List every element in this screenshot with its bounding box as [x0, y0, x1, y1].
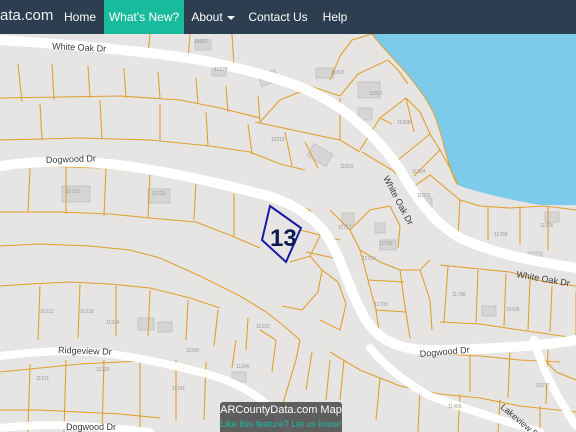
parcel-number: 11819: [271, 137, 285, 143]
map-attribution: ARCountyData.com Map Like this feature? …: [220, 402, 342, 432]
parcel-number: 11705: [540, 223, 554, 229]
parcel-number: 11815: [340, 164, 354, 170]
parcel-number: 11141: [172, 386, 185, 392]
feedback-link[interactable]: Like this feature? Let us know!: [220, 418, 342, 430]
parcel-number: 11700: [374, 302, 388, 308]
parcel-number: 11808: [397, 120, 411, 126]
parcel-number: 11334: [106, 320, 120, 326]
parcel-number: 11606: [506, 307, 520, 313]
parcel-number: 11311: [36, 376, 49, 382]
parcel-number: 11677: [536, 383, 550, 389]
parcel-number: 11212: [40, 309, 54, 315]
parcel-number: 11812: [369, 91, 383, 97]
parcel-number: 11723: [152, 191, 166, 197]
parcel-number: 11703: [338, 225, 352, 231]
parcel-number: 11816: [331, 70, 345, 76]
parcel-number: 11799: [494, 232, 508, 238]
chevron-down-icon: [226, 15, 235, 20]
parcel-number: 11788: [452, 292, 466, 298]
nav-home[interactable]: Home: [56, 0, 104, 34]
parcel-number: 11828: [214, 67, 228, 73]
road-label-ridgeview: Ridgeview Dr: [58, 345, 112, 357]
parcel-number: 11332: [256, 324, 270, 330]
nav-contact-us[interactable]: Contact Us: [242, 0, 314, 34]
parcel-number: 11318: [80, 309, 94, 315]
parcel-number: 11468: [448, 404, 462, 410]
nav-whats-new[interactable]: What's New?: [104, 0, 184, 34]
parcel-number: 11832: [194, 39, 208, 45]
brand-text: ata.com: [0, 7, 54, 24]
nav-about-label: About: [191, 10, 223, 24]
parcel-number: 11325: [96, 367, 110, 373]
road-label-dogwood-bottom: Dogwood Dr: [66, 422, 116, 432]
parcel-map[interactable]: 13 White Oak Dr Dogwood Dr White Oak Dr …: [0, 34, 576, 432]
parcel-number: 11709: [362, 256, 376, 262]
parcel-number: 11700: [379, 241, 393, 247]
parcel-number: 11342: [186, 348, 200, 354]
attribution-title: ARCountyData.com Map: [220, 404, 342, 416]
navbar: ata.com Home What's New? About Contact U…: [0, 0, 576, 34]
nav-help[interactable]: Help: [314, 0, 356, 34]
parcel-number: 11804: [412, 169, 426, 175]
nav-about[interactable]: About: [184, 0, 242, 34]
parcel-number: 11801: [417, 193, 431, 199]
brand-logo[interactable]: ata.com: [0, 7, 53, 24]
road-label-dogwood-west: Dogwood Dr: [46, 153, 96, 165]
parcel-number: 11713: [66, 189, 80, 195]
parcel-marker-label: 13: [270, 225, 297, 252]
parcel-number: 11346: [236, 364, 250, 370]
